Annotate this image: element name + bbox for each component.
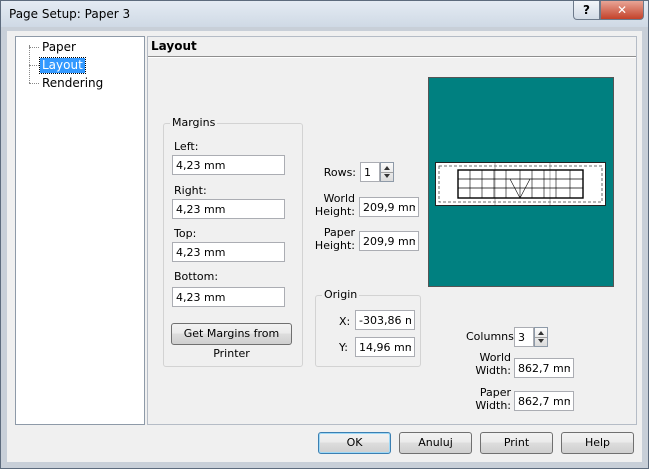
spin-up-icon[interactable] — [538, 331, 544, 335]
paper-height-label-line2: Height: — [314, 239, 355, 252]
category-tree[interactable]: Paper Layout Rendering — [15, 36, 145, 425]
world-width-label-line2: Width: — [475, 364, 511, 377]
dialog-client: Paper Layout Rendering Layout Margins Le… — [7, 31, 642, 462]
columns-input[interactable] — [514, 327, 534, 347]
paper-width-input[interactable] — [514, 391, 574, 411]
tree-line — [29, 45, 30, 83]
origin-x-label: X: — [339, 315, 351, 328]
page-setup-dialog: Page Setup: Paper 3 ? ✕ Paper Layout Ren… — [0, 0, 649, 469]
rows-label: Rows: — [323, 166, 356, 179]
title-bar[interactable]: Page Setup: Paper 3 ? ✕ — [1, 1, 648, 27]
spin-divider — [381, 172, 393, 173]
spin-divider — [535, 337, 547, 338]
left-margin-label: Left: — [174, 140, 199, 153]
spin-down-icon[interactable] — [538, 339, 544, 343]
columns-spinner[interactable] — [534, 327, 548, 347]
heading-divider — [148, 56, 636, 58]
tree-item-rendering[interactable]: Rendering — [40, 76, 105, 91]
world-height-label-line1: World — [323, 192, 355, 205]
rows-spinner[interactable] — [380, 162, 394, 182]
paper-width-label-line1: Paper — [479, 386, 511, 399]
spin-up-icon[interactable] — [384, 166, 390, 170]
paper-width-label-line2: Width: — [475, 399, 511, 412]
right-margin-input[interactable] — [172, 199, 285, 219]
tree-line — [29, 65, 39, 66]
close-button[interactable]: ✕ — [600, 1, 644, 20]
tree-item-paper[interactable]: Paper — [40, 40, 78, 55]
margins-group-label: Margins — [170, 116, 218, 129]
world-width-label-line1: World — [479, 351, 511, 364]
get-margins-from-printer-button[interactable]: Get Margins from Printer — [171, 323, 292, 360]
tree-item-layout[interactable]: Layout — [39, 57, 86, 74]
bottom-margin-label: Bottom: — [174, 270, 219, 283]
cancel-button[interactable]: Anuluj — [399, 432, 472, 454]
origin-x-input[interactable] — [355, 310, 415, 330]
top-margin-input[interactable] — [172, 242, 285, 262]
help-title-button[interactable]: ? — [573, 1, 600, 20]
ok-button[interactable]: OK — [318, 432, 391, 454]
paper-height-input[interactable] — [359, 231, 419, 251]
columns-label: Columns: — [466, 330, 518, 343]
panel-heading: Layout — [151, 39, 197, 53]
print-button[interactable]: Print — [480, 432, 553, 454]
origin-group-label: Origin — [322, 288, 360, 301]
help-button[interactable]: Help — [561, 432, 634, 454]
tree-line — [29, 83, 39, 84]
layout-panel: Layout Margins Left: Right: Top: Bottom:… — [147, 36, 637, 425]
right-margin-label: Right: — [174, 184, 207, 197]
preview-page — [435, 162, 606, 206]
paper-height-label-line1: Paper — [323, 226, 355, 239]
top-margin-label: Top: — [174, 227, 197, 240]
rows-input[interactable] — [360, 162, 380, 182]
world-height-label-line2: Height: — [314, 205, 355, 218]
page-layout-preview — [428, 77, 614, 287]
tree-line — [29, 47, 39, 48]
bottom-margin-input[interactable] — [172, 287, 285, 307]
spin-down-icon[interactable] — [384, 174, 390, 178]
origin-y-input[interactable] — [355, 337, 415, 357]
origin-y-label: Y: — [339, 341, 348, 354]
left-margin-input[interactable] — [172, 155, 285, 175]
preview-drawing — [438, 163, 603, 205]
window-title: Page Setup: Paper 3 — [9, 7, 131, 21]
world-height-input[interactable] — [359, 197, 419, 217]
world-width-input[interactable] — [514, 358, 574, 378]
